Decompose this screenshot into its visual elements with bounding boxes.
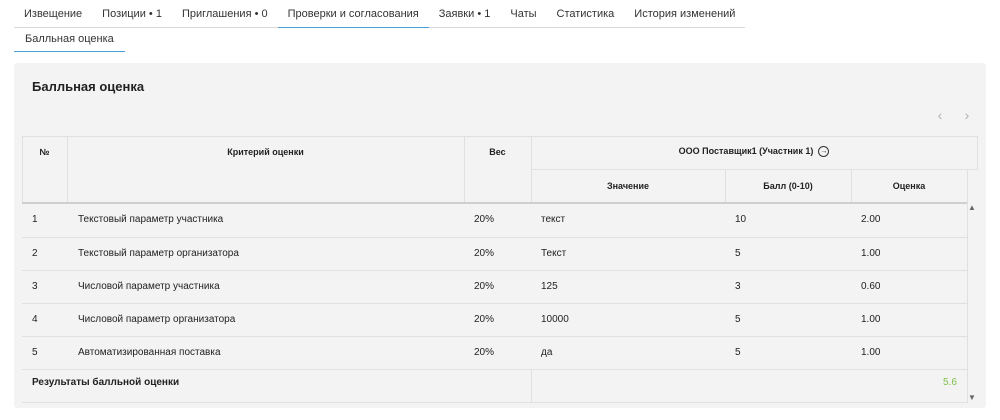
table-row: 2 Текстовый параметр организатора 20% Те… [22, 238, 968, 271]
tab-checks-approvals[interactable]: Проверки и согласования [277, 0, 429, 28]
tab-history[interactable]: История изменений [624, 0, 746, 28]
row-score: 5 [735, 347, 741, 358]
row-value: текст [541, 214, 566, 225]
table-bottom-border [22, 402, 968, 403]
row-num: 4 [32, 314, 38, 325]
row-weight: 20% [474, 281, 495, 292]
row-score: 5 [735, 248, 741, 259]
row-score: 10 [735, 214, 747, 225]
tab-bids[interactable]: Заявки • 1 [428, 0, 501, 28]
sub-tabs: Балльная оценка [14, 28, 125, 52]
row-criterion: Текстовый параметр организатора [78, 248, 239, 259]
header-criterion: Критерий оценки [227, 147, 304, 157]
row-value: Текст [541, 248, 567, 259]
header-weight: Вес [489, 147, 506, 157]
row-grade: 1.00 [861, 347, 881, 358]
header-num: № [39, 147, 50, 157]
row-num: 3 [32, 281, 38, 292]
table-row: 4 Числовой параметр организатора 20% 100… [22, 304, 968, 337]
panel-title: Балльная оценка [32, 79, 145, 94]
header-score: Балл (0-10) [763, 181, 813, 191]
col-divider [67, 136, 68, 202]
main-tabs: Извещение Позиции • 1 Приглашения • 0 Пр… [14, 0, 746, 28]
row-criterion: Текстовый параметр участника [78, 214, 224, 225]
col-divider [967, 169, 968, 202]
score-panel: Балльная оценка ‹ › № Критерий оценки Ве… [14, 63, 986, 408]
header-value: Значение [606, 181, 650, 191]
row-value: 10000 [541, 314, 569, 325]
row-num: 5 [32, 347, 38, 358]
participant-name: ООО Поставщик1 (Участник 1) [678, 146, 814, 156]
row-criterion: Числовой параметр организатора [78, 314, 236, 325]
row-score: 3 [735, 281, 741, 292]
subtab-score-evaluation[interactable]: Балльная оценка [14, 28, 125, 52]
tab-positions[interactable]: Позиции • 1 [92, 0, 172, 28]
row-num: 2 [32, 248, 38, 259]
col-divider [531, 369, 532, 402]
row-weight: 20% [474, 314, 495, 325]
circle-arrow-right-icon[interactable]: → [818, 146, 830, 158]
tab-chats[interactable]: Чаты [500, 0, 547, 28]
results-total: 5.6 [943, 377, 957, 388]
header-grade: Оценка [892, 181, 926, 191]
tab-notice[interactable]: Извещение [14, 0, 93, 28]
tab-statistics[interactable]: Статистика [546, 0, 625, 28]
row-divider [22, 369, 968, 370]
row-grade: 2.00 [861, 214, 881, 225]
row-criterion: Автоматизированная поставка [78, 347, 221, 358]
row-criterion: Числовой параметр участника [78, 281, 220, 292]
row-value: 125 [541, 281, 558, 292]
row-grade: 1.00 [861, 248, 881, 259]
header-participant: ООО Поставщик1 (Участник 1) → [531, 146, 977, 158]
row-value: да [541, 347, 553, 358]
table-top-border [22, 136, 978, 137]
score-table: № Критерий оценки Вес ООО Поставщик1 (Уч… [22, 136, 978, 404]
row-weight: 20% [474, 214, 495, 225]
col-divider [967, 202, 968, 402]
header-subdivider [531, 169, 978, 170]
row-grade: 1.00 [861, 314, 881, 325]
table-row: 1 Текстовый параметр участника 20% текст… [22, 204, 968, 237]
chevron-right-icon[interactable]: › [960, 107, 974, 123]
table-row: 3 Числовой параметр участника 20% 125 3 … [22, 271, 968, 304]
tab-invitations[interactable]: Приглашения • 0 [171, 0, 278, 28]
chevron-left-icon[interactable]: ‹ [933, 107, 947, 123]
row-weight: 20% [474, 248, 495, 259]
results-label: Результаты балльной оценки [32, 377, 180, 388]
triangle-down-icon[interactable]: ▼ [968, 393, 976, 402]
col-divider [464, 136, 465, 202]
table-row: 5 Автоматизированная поставка 20% да 5 1… [22, 337, 968, 370]
row-score: 5 [735, 314, 741, 325]
col-divider [977, 136, 978, 169]
triangle-up-icon[interactable]: ▲ [968, 203, 976, 212]
row-weight: 20% [474, 347, 495, 358]
col-divider [22, 136, 23, 202]
row-num: 1 [32, 214, 38, 225]
row-grade: 0.60 [861, 281, 881, 292]
